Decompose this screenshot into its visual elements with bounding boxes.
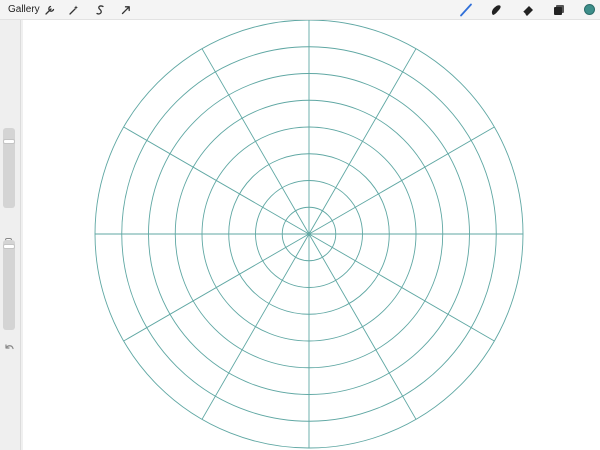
grid-spoke [308,48,417,235]
eraser-icon[interactable] [520,2,536,18]
color-picker-swatch[interactable] [584,4,595,15]
top-toolbar: Gallery [0,0,600,20]
grid-spoke [123,126,310,235]
polar-grid-guide [94,20,524,449]
transform-arrow-icon[interactable] [118,2,134,18]
grid-spoke [201,48,310,235]
grid-spoke [201,233,310,420]
magic-wand-icon[interactable] [66,2,82,18]
grid-spoke [308,233,495,342]
gallery-button[interactable]: Gallery [8,4,40,16]
smudge-icon[interactable] [488,2,504,18]
grid-spoke [308,126,495,235]
brush-size-handle[interactable] [3,139,15,144]
opacity-slider[interactable] [3,240,15,330]
layers-icon[interactable] [551,2,567,18]
selection-icon[interactable] [92,2,108,18]
grid-spoke [123,233,310,342]
undo-icon[interactable] [3,340,15,352]
opacity-handle[interactable] [3,244,15,249]
grid-spoke [308,233,417,420]
drawing-canvas[interactable] [23,20,600,450]
wrench-icon[interactable] [42,2,58,18]
left-sidebar [0,20,21,450]
brush-size-slider[interactable] [3,128,15,208]
brush-icon[interactable] [458,2,474,18]
